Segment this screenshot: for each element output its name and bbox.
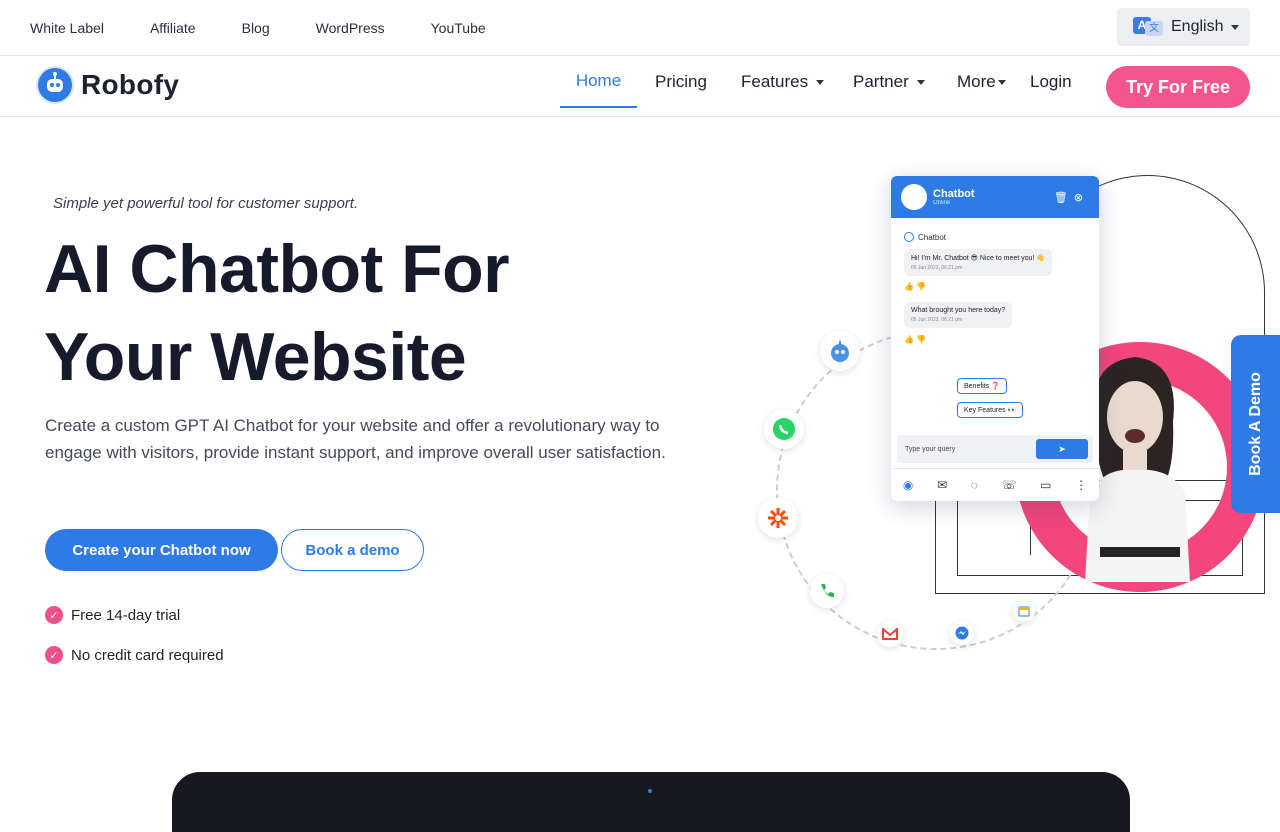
check-item-no-card: ✓ No credit card required [45, 646, 224, 664]
hero-tagline: Simple yet powerful tool for customer su… [53, 195, 359, 212]
check-circle-icon: ✓ [45, 606, 63, 624]
phone-icon: ☏ [1001, 478, 1017, 492]
language-label: English [1171, 18, 1224, 35]
chat-message: What brought you here today? 05 Jun 2023… [904, 302, 1013, 328]
chat-channel-bar: ◉ ✉ ◌ ☏ ▭ ⋮ [891, 468, 1099, 501]
top-link-blog[interactable]: Blog [242, 20, 270, 36]
create-chatbot-button[interactable]: Create your Chatbot now [45, 529, 278, 571]
chevron-down-icon [1231, 24, 1240, 30]
whatsapp-icon: ◌ [970, 478, 978, 492]
send-icon: ➤ [1036, 439, 1088, 459]
book-a-demo-label: Book A Demo [1246, 372, 1264, 476]
laptop-mockup [172, 772, 1130, 832]
top-link-white-label[interactable]: White Label [30, 20, 104, 36]
book-a-demo-tab[interactable]: Book A Demo [1231, 335, 1280, 513]
more-vertical-icon: ⋮ [1075, 478, 1088, 492]
nav-more-label: More [957, 72, 996, 91]
nav-more[interactable]: More [957, 56, 1006, 108]
phone-call-icon [810, 574, 844, 608]
top-links: White Label Affiliate Blog WordPress You… [30, 0, 486, 55]
brand-logo[interactable]: Robofy [38, 68, 179, 102]
bot-small-icon [904, 232, 914, 242]
chat-message: Hi! I'm Mr. Chatbot 😎 Nice to meet you! … [904, 249, 1053, 276]
top-link-affiliate[interactable]: Affiliate [150, 20, 196, 36]
zapier-icon [758, 498, 798, 538]
nav-features[interactable]: Features [741, 56, 825, 108]
feedback-icons: 👍 👎 [904, 335, 927, 344]
whatsapp-icon [764, 409, 804, 449]
check-circle-icon: ✓ [45, 646, 63, 664]
top-link-wordpress[interactable]: WordPress [316, 20, 385, 36]
chat-message-time: 05 Jun 2023, 06:21 pm [911, 317, 963, 323]
quick-reply-key-features: Key Features 👀 [957, 402, 1024, 418]
chat-status: Online [933, 200, 951, 206]
main-navbar: Robofy Home Pricing Features Partner Mor… [0, 56, 1280, 117]
check-text: No credit card required [71, 646, 224, 664]
hero-description: Create a custom GPT AI Chatbot for your … [45, 416, 666, 462]
robot-logo-icon [38, 68, 72, 102]
hero-title-line2: Your Website [44, 319, 467, 395]
hero-title-line1: AI Chatbot For [44, 231, 510, 307]
chevron-down-icon [997, 79, 1006, 85]
chat-title: Chatbot [933, 188, 975, 200]
trash-icon: 🗑 [1053, 192, 1074, 204]
messenger-icon [950, 621, 974, 645]
nav-login[interactable]: Login [1030, 56, 1072, 108]
check-text: Free 14-day trial [71, 606, 181, 624]
chat-message-text: What brought you here today? [911, 307, 1006, 314]
check-item-trial: ✓ Free 14-day trial [45, 606, 180, 624]
feedback-icons: 👍 👎 [904, 282, 927, 291]
top-utility-bar: White Label Affiliate Blog WordPress You… [0, 0, 1280, 56]
chat-sender: Chatbot [904, 232, 946, 242]
brand-name: Robofy [81, 69, 180, 100]
nav-partner[interactable]: Partner [853, 56, 925, 108]
nav-features-label: Features [741, 72, 809, 91]
top-link-youtube[interactable]: YouTube [431, 20, 486, 36]
mail-icon: ✉ [936, 478, 948, 492]
chevron-down-icon [916, 79, 925, 85]
chat-header-icons: 🗑⊗ [1054, 191, 1089, 204]
robot-channel-icon [820, 331, 860, 371]
chat-icon: ▭ [1040, 478, 1052, 492]
quick-reply-benefits: Benefits ❓ [957, 378, 1007, 394]
camera-dot [648, 789, 652, 793]
chat-header: Chatbot Online 🗑⊗ [891, 176, 1099, 218]
nav-pricing[interactable]: Pricing [655, 56, 707, 108]
language-selector[interactable]: A文 English [1117, 8, 1250, 46]
chat-message-time: 05 Jun 2023, 06:21 pm [911, 265, 963, 271]
chatbot-avatar-icon [901, 184, 927, 210]
chat-widget-preview: Chatbot Online 🗑⊗ Chatbot Hi! I'm Mr. Ch… [891, 176, 1099, 501]
gmail-icon [877, 621, 903, 647]
chevron-down-icon [816, 79, 825, 85]
book-demo-button[interactable]: Book a demo [281, 529, 424, 571]
try-for-free-button[interactable]: Try For Free [1106, 66, 1250, 108]
thumbs-down-icon: 👎 [916, 335, 927, 344]
nav-partner-label: Partner [853, 72, 909, 91]
chat-message-text: Hi! I'm Mr. Chatbot 😎 Nice to meet you! … [911, 255, 1046, 262]
translate-icon: A文 [1133, 17, 1163, 37]
bot-icon: ◉ [902, 478, 914, 492]
nav-home[interactable]: Home [560, 56, 637, 108]
hero-title: AI Chatbot For Your Website [44, 225, 510, 401]
calendar-icon [1013, 600, 1035, 622]
chat-sender-name: Chatbot [918, 232, 947, 242]
close-icon: ⊗ [1073, 192, 1089, 204]
thumbs-down-icon: 👎 [916, 282, 927, 291]
